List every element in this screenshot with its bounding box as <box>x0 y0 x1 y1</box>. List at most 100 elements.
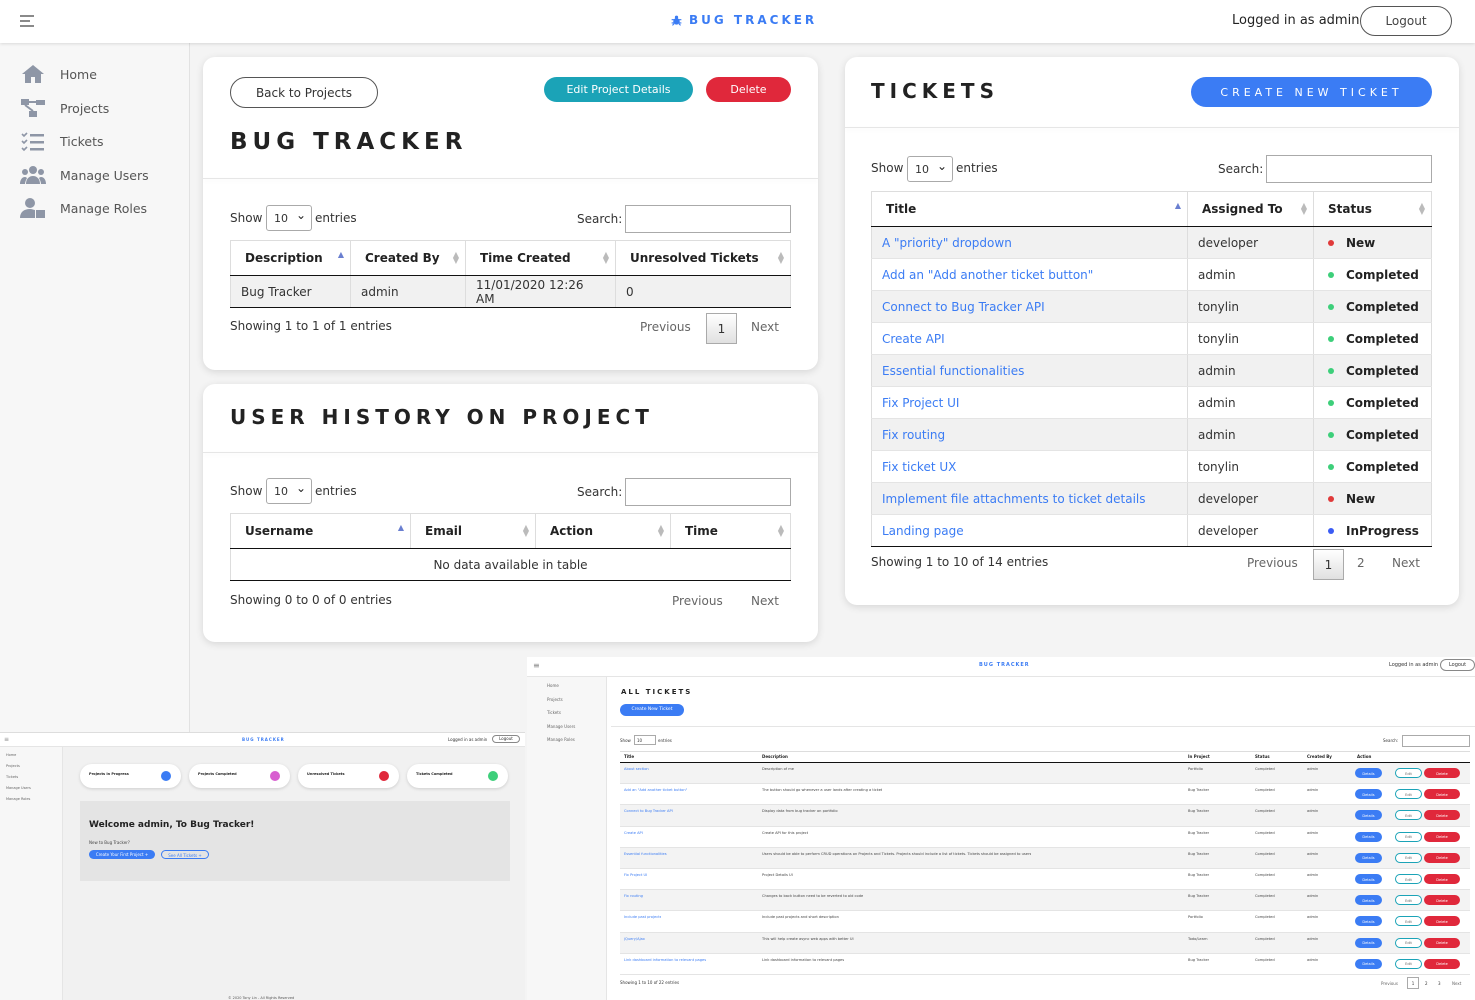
mini-sidebar-item[interactable]: Home <box>6 753 16 757</box>
mini-edit-button[interactable]: Edit <box>1395 768 1422 778</box>
mini-delete-button[interactable]: Delete <box>1424 789 1460 800</box>
mini-menu-icon[interactable]: ≡ <box>533 661 540 670</box>
mini-delete-button[interactable]: Delete <box>1424 916 1460 927</box>
mini-delete-button[interactable]: Delete <box>1424 958 1460 969</box>
entries-select[interactable]: 10 <box>266 205 312 231</box>
mini-page-2-button[interactable]: 2 <box>1425 981 1428 986</box>
mini-edit-button[interactable]: Edit <box>1395 916 1422 927</box>
stat-card[interactable]: Projects Completed <box>189 764 290 788</box>
mini-next-button[interactable]: Next <box>1452 981 1461 986</box>
ticket-title-link[interactable]: Landing page <box>871 514 1188 547</box>
mini-details-button[interactable]: Details <box>1355 810 1382 821</box>
mini-details-button[interactable]: Details <box>1355 937 1382 948</box>
ticket-title-link[interactable]: Fix Project UI <box>871 386 1188 419</box>
entries-select[interactable]: 10 <box>907 156 953 182</box>
mini-sidebar-item[interactable]: Tickets <box>547 710 561 715</box>
column-header[interactable]: Action ▲ ▼ <box>535 513 671 549</box>
mini-edit-button[interactable]: Edit <box>1395 958 1422 969</box>
mini-menu-icon[interactable]: ≡ <box>4 736 9 743</box>
mini-column-header[interactable]: Action <box>1357 754 1371 759</box>
mini-column-header[interactable]: Status <box>1255 754 1270 759</box>
mini-search-input[interactable] <box>1402 735 1470 747</box>
mini-ticket-link[interactable]: Add an "Add another ticket button" <box>624 788 687 792</box>
sidebar-item-tickets[interactable]: Tickets <box>20 129 104 153</box>
mini-ticket-link[interactable]: Fix routing <box>624 894 643 898</box>
mini-sidebar-item[interactable]: Manage Roles <box>6 797 30 801</box>
mini-sidebar-item[interactable]: Projects <box>547 697 563 702</box>
page-2-button[interactable]: 2 <box>1357 556 1365 570</box>
mini-delete-button[interactable]: Delete <box>1424 937 1460 948</box>
mini-page-3-button[interactable]: 3 <box>1438 981 1441 986</box>
mini-sidebar-item[interactable]: Manage Users <box>547 724 575 729</box>
mini-logout-button[interactable]: Logout <box>492 735 520 743</box>
mini-entries-select[interactable]: 10 <box>634 735 656 745</box>
next-button[interactable]: Next <box>751 594 779 608</box>
mini-sidebar-item[interactable]: Manage Roles <box>547 737 575 742</box>
column-header[interactable]: Time Created ▲ ▼ <box>465 240 616 276</box>
column-header[interactable]: Assigned To ▲ ▼ <box>1187 191 1314 227</box>
mini-details-button[interactable]: Details <box>1355 916 1382 927</box>
mini-delete-button[interactable]: Delete <box>1424 852 1460 863</box>
sidebar-item-home[interactable]: Home <box>20 62 97 86</box>
mini-column-header[interactable]: In Project <box>1188 754 1210 759</box>
see-all-tickets-button[interactable]: See All Tickets + <box>161 850 209 859</box>
mini-delete-button[interactable]: Delete <box>1424 874 1460 884</box>
mini-edit-button[interactable]: Edit <box>1395 874 1422 884</box>
ticket-title-link[interactable]: Implement file attachments to ticket det… <box>871 482 1188 515</box>
column-header[interactable]: Created By ▲ ▼ <box>350 240 466 276</box>
mini-page-1-button[interactable]: 1 <box>1407 977 1419 989</box>
logout-button[interactable]: Logout <box>1360 6 1452 36</box>
search-input[interactable] <box>625 478 791 506</box>
mini-details-button[interactable]: Details <box>1355 789 1382 800</box>
mini-create-ticket-button[interactable]: Create New Ticket <box>620 704 684 716</box>
mini-sidebar-item[interactable]: Projects <box>6 764 20 768</box>
edit-project-button[interactable]: Edit Project Details <box>544 77 693 102</box>
mini-column-header[interactable]: Description <box>762 754 788 759</box>
search-input[interactable] <box>1266 155 1432 183</box>
mini-edit-button[interactable]: Edit <box>1395 810 1422 821</box>
mini-ticket-link[interactable]: jQuery/Ajax <box>624 937 645 941</box>
mini-edit-button[interactable]: Edit <box>1395 831 1422 842</box>
sidebar-item-manage-roles[interactable]: Manage Roles <box>20 196 147 220</box>
mini-column-header[interactable]: Created By <box>1307 754 1332 759</box>
ticket-title-link[interactable]: Fix routing <box>871 418 1188 451</box>
column-header[interactable]: Unresolved Tickets ▲ ▼ <box>615 240 791 276</box>
mini-column-header[interactable]: Title <box>624 754 634 759</box>
create-first-project-button[interactable]: Create Your First Project + <box>89 850 155 859</box>
mini-logout-button[interactable]: Logout <box>1440 659 1475 671</box>
stat-card[interactable]: Tickets Completed <box>407 764 508 788</box>
previous-button[interactable]: Previous <box>1247 556 1298 570</box>
create-ticket-button[interactable]: CREATE NEW TICKET <box>1191 77 1432 107</box>
ticket-title-link[interactable]: Connect to Bug Tracker API <box>871 290 1188 323</box>
column-header[interactable]: Description ▲ <box>230 240 351 276</box>
next-button[interactable]: Next <box>751 320 779 334</box>
previous-button[interactable]: Previous <box>640 320 691 334</box>
delete-project-button[interactable]: Delete <box>706 77 791 102</box>
stat-card[interactable]: Unresolved Tickets <box>298 764 399 788</box>
sidebar-item-projects[interactable]: Projects <box>20 96 109 120</box>
mini-ticket-link[interactable]: Fix Project UI <box>624 873 647 877</box>
mini-sidebar-item[interactable]: Home <box>547 683 559 688</box>
mini-details-button[interactable]: Details <box>1355 831 1382 842</box>
mini-edit-button[interactable]: Edit <box>1395 789 1422 800</box>
menu-toggle-icon[interactable] <box>20 15 34 27</box>
ticket-title-link[interactable]: Fix ticket UX <box>871 450 1188 483</box>
entries-select[interactable]: 10 <box>266 478 312 504</box>
mini-ticket-link[interactable]: Include past projects <box>624 915 661 919</box>
page-1-button[interactable]: 1 <box>1313 549 1344 580</box>
mini-sidebar-item[interactable]: Manage Users <box>6 786 31 790</box>
mini-ticket-link[interactable]: Essential functionalities <box>624 852 667 856</box>
column-header[interactable]: Status ▲ ▼ <box>1313 191 1432 227</box>
mini-edit-button[interactable]: Edit <box>1395 937 1422 948</box>
mini-delete-button[interactable]: Delete <box>1424 831 1460 842</box>
mini-sidebar-item[interactable]: Tickets <box>6 775 18 779</box>
ticket-title-link[interactable]: Create API <box>871 322 1188 355</box>
mini-delete-button[interactable]: Delete <box>1424 895 1460 906</box>
previous-button[interactable]: Previous <box>672 594 723 608</box>
ticket-title-link[interactable]: A "priority" dropdown <box>871 226 1188 259</box>
mini-edit-button[interactable]: Edit <box>1395 852 1422 863</box>
mini-previous-button[interactable]: Previous <box>1381 981 1398 986</box>
mini-ticket-link[interactable]: About section <box>624 767 649 771</box>
column-header[interactable]: Email ▲ ▼ <box>410 513 536 549</box>
next-button[interactable]: Next <box>1392 556 1420 570</box>
